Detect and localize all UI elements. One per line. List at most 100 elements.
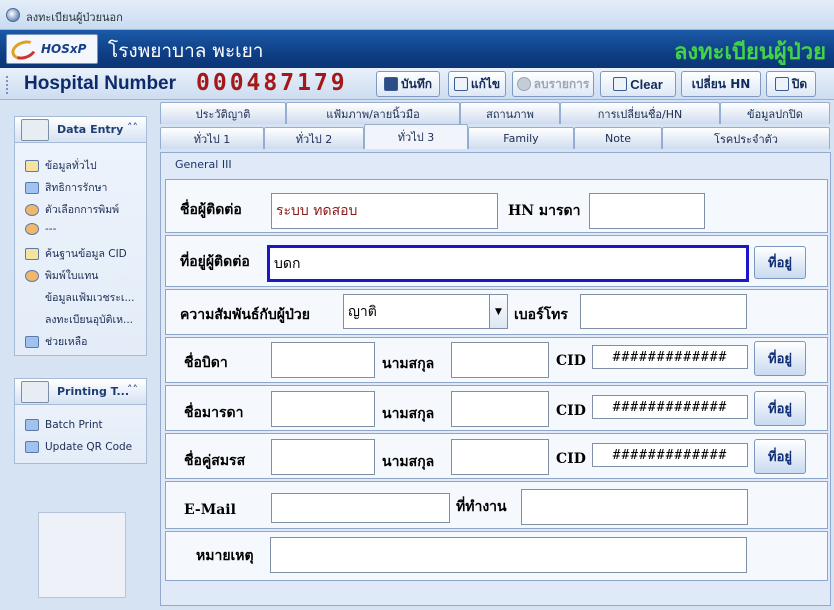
- logo-swoosh-icon: [8, 37, 40, 63]
- spouse-row: ชื่อคู่สมรส นามสกุล CID ############# ที…: [165, 433, 828, 479]
- contact-name-input[interactable]: ระบบ ทดสอบ: [271, 193, 498, 229]
- contact-address-button[interactable]: ที่อยู่: [754, 246, 806, 279]
- contact-address-input[interactable]: บดก: [267, 245, 749, 282]
- help-icon: [25, 335, 39, 348]
- spouse-label: ชื่อคู่สมรส: [184, 453, 246, 469]
- collapse-chevron-icon[interactable]: ˄˄: [127, 121, 138, 134]
- sidebar-item-medical-record[interactable]: ข้อมูลแฟ้มเวชระเ...: [25, 289, 134, 306]
- sidebar-item-label: พิมพ์ใบแทน: [45, 270, 99, 282]
- father-name-input[interactable]: [271, 342, 375, 378]
- toolbar-grip[interactable]: [6, 76, 9, 94]
- delete-icon: [516, 77, 531, 91]
- save-button[interactable]: บันทึก: [376, 71, 440, 97]
- close-button-label: ปิด: [791, 76, 808, 91]
- relation-select[interactable]: ญาติ ▼: [343, 294, 508, 329]
- relation-label: ความสัมพันธ์กับผู้ป่วย: [180, 307, 310, 323]
- sidebar-item-cid-search[interactable]: ค้นฐานข้อมูล CID: [25, 245, 127, 262]
- change-hn-button-label: เปลี่ยน HN: [691, 76, 751, 91]
- general-info-icon: [25, 159, 39, 172]
- father-surname-input[interactable]: [451, 342, 549, 378]
- mother-name-input[interactable]: [271, 391, 375, 427]
- father-label: ชื่อบิดา: [184, 355, 228, 371]
- sidebar-item-label: ลงทะเบียนอุบัติเห...: [45, 314, 134, 326]
- printing-header[interactable]: Printing T... ˄˄: [15, 379, 146, 405]
- spouse-cid-input[interactable]: #############: [592, 443, 748, 467]
- mother-surname-input[interactable]: [451, 391, 549, 427]
- tab-general-3[interactable]: ทั่วไป 3: [364, 124, 468, 149]
- contact-name-label: ชื่อผู้ติดต่อ: [180, 202, 242, 218]
- general-3-panel: General III ชื่อผู้ติดต่อ ระบบ ทดสอบ HN …: [160, 152, 831, 606]
- mother-cid-label: CID: [556, 403, 586, 419]
- sidebar-item-reprint[interactable]: พิมพ์ใบแทน: [25, 267, 98, 284]
- tab-confidential[interactable]: ข้อมูลปกปิด: [720, 102, 830, 124]
- tab-family[interactable]: Family: [468, 127, 574, 149]
- header-banner: HOSxP โรงพยาบาล พะเยา ลงทะเบียนผู้ป่วย: [0, 30, 834, 68]
- email-input[interactable]: [271, 493, 450, 523]
- rights-icon: [25, 181, 39, 194]
- spouse-cid-label: CID: [556, 451, 586, 467]
- app-icon: [6, 8, 20, 22]
- user-card-icon: [21, 119, 49, 141]
- father-row: ชื่อบิดา นามสกุล CID ############# ที่อย…: [165, 337, 828, 383]
- data-entry-panel: Data Entry ˄˄ ข้อมูลทั่วไป สิทธิการรักษา…: [14, 116, 147, 356]
- father-cid-label: CID: [556, 353, 586, 369]
- sidebar-item-general[interactable]: ข้อมูลทั่วไป: [25, 157, 97, 174]
- edit-button-label: แก้ไข: [470, 76, 501, 91]
- edit-button[interactable]: แก้ไข: [448, 71, 506, 97]
- data-entry-header[interactable]: Data Entry ˄˄: [15, 117, 146, 143]
- collapse-chevron-icon[interactable]: ˄˄: [127, 383, 138, 396]
- chevron-down-icon[interactable]: ▼: [489, 295, 507, 328]
- spouse-address-button[interactable]: ที่อยู่: [754, 439, 806, 474]
- workplace-label: ที่ทำงาน: [456, 499, 507, 515]
- spouse-surname-input[interactable]: [451, 439, 549, 475]
- photo-placeholder: [38, 512, 126, 598]
- sidebar-item-separator[interactable]: ---: [25, 223, 56, 235]
- tab-relatives[interactable]: ประวัติญาติ: [160, 102, 286, 124]
- users-icon: [25, 223, 39, 235]
- tab-note[interactable]: Note: [574, 127, 662, 149]
- qr-code-icon: [25, 441, 39, 453]
- sidebar-item-update-qr[interactable]: Update QR Code: [25, 441, 132, 453]
- sidebar-item-batch-print[interactable]: Batch Print: [25, 419, 103, 431]
- logo-text: HOSxP: [41, 42, 87, 56]
- tab-status[interactable]: สถานภาพ: [460, 102, 560, 124]
- phone-input[interactable]: [580, 294, 747, 329]
- sidebar-item-print-options[interactable]: ตัวเลือกการพิมพ์: [25, 201, 119, 218]
- delete-button-label: ลบรายการ: [533, 76, 590, 91]
- tab-general-2[interactable]: ทั่วไป 2: [264, 127, 364, 149]
- tab-chronic-disease[interactable]: โรคประจำตัว: [662, 127, 830, 149]
- tab-general-1[interactable]: ทั่วไป 1: [160, 127, 264, 149]
- mother-hn-input[interactable]: [589, 193, 705, 229]
- workplace-input[interactable]: [521, 489, 748, 525]
- clear-icon: [613, 77, 628, 91]
- clear-button[interactable]: Clear: [600, 71, 676, 97]
- father-cid-input[interactable]: #############: [592, 345, 748, 369]
- mother-cid-input[interactable]: #############: [592, 395, 748, 419]
- save-icon: [384, 77, 398, 91]
- clear-button-label: Clear: [630, 76, 663, 92]
- change-hn-button[interactable]: เปลี่ยน HN: [681, 71, 761, 97]
- data-entry-title: Data Entry: [57, 123, 124, 136]
- sidebar-item-label: ---: [45, 223, 57, 235]
- contact-address-row: ที่อยู่ผู้ติดต่อ บดก ที่อยู่: [165, 235, 828, 287]
- delete-button[interactable]: ลบรายการ: [512, 71, 594, 97]
- sidebar-item-help[interactable]: ช่วยเหลือ: [25, 333, 87, 350]
- tab-name-hn-change[interactable]: การเปลี่ยนชื่อ/HN: [560, 102, 720, 124]
- phone-label: เบอร์โทร: [514, 307, 568, 323]
- sidebar-item-label: ค้นฐานข้อมูล CID: [45, 248, 127, 260]
- sidebar-item-accident-register[interactable]: ลงทะเบียนอุบัติเห...: [25, 311, 133, 328]
- spouse-name-input[interactable]: [271, 439, 375, 475]
- tab-photo-fingerprint[interactable]: แฟ้มภาพ/ลายนิ้วมือ: [286, 102, 460, 124]
- close-button[interactable]: ปิด: [766, 71, 816, 97]
- mother-address-button[interactable]: ที่อยู่: [754, 391, 806, 426]
- mother-label: ชื่อมารดา: [184, 405, 244, 421]
- batch-print-icon: [25, 419, 39, 431]
- note-label: หมายเหตุ: [196, 548, 254, 564]
- mother-hn-label: HN มารดา: [508, 203, 581, 219]
- note-input[interactable]: [270, 537, 747, 573]
- printing-title: Printing T...: [57, 385, 130, 398]
- cid-search-icon: [25, 247, 39, 260]
- sidebar-item-rights[interactable]: สิทธิการรักษา: [25, 179, 107, 196]
- printer-icon: [21, 381, 49, 403]
- father-address-button[interactable]: ที่อยู่: [754, 341, 806, 376]
